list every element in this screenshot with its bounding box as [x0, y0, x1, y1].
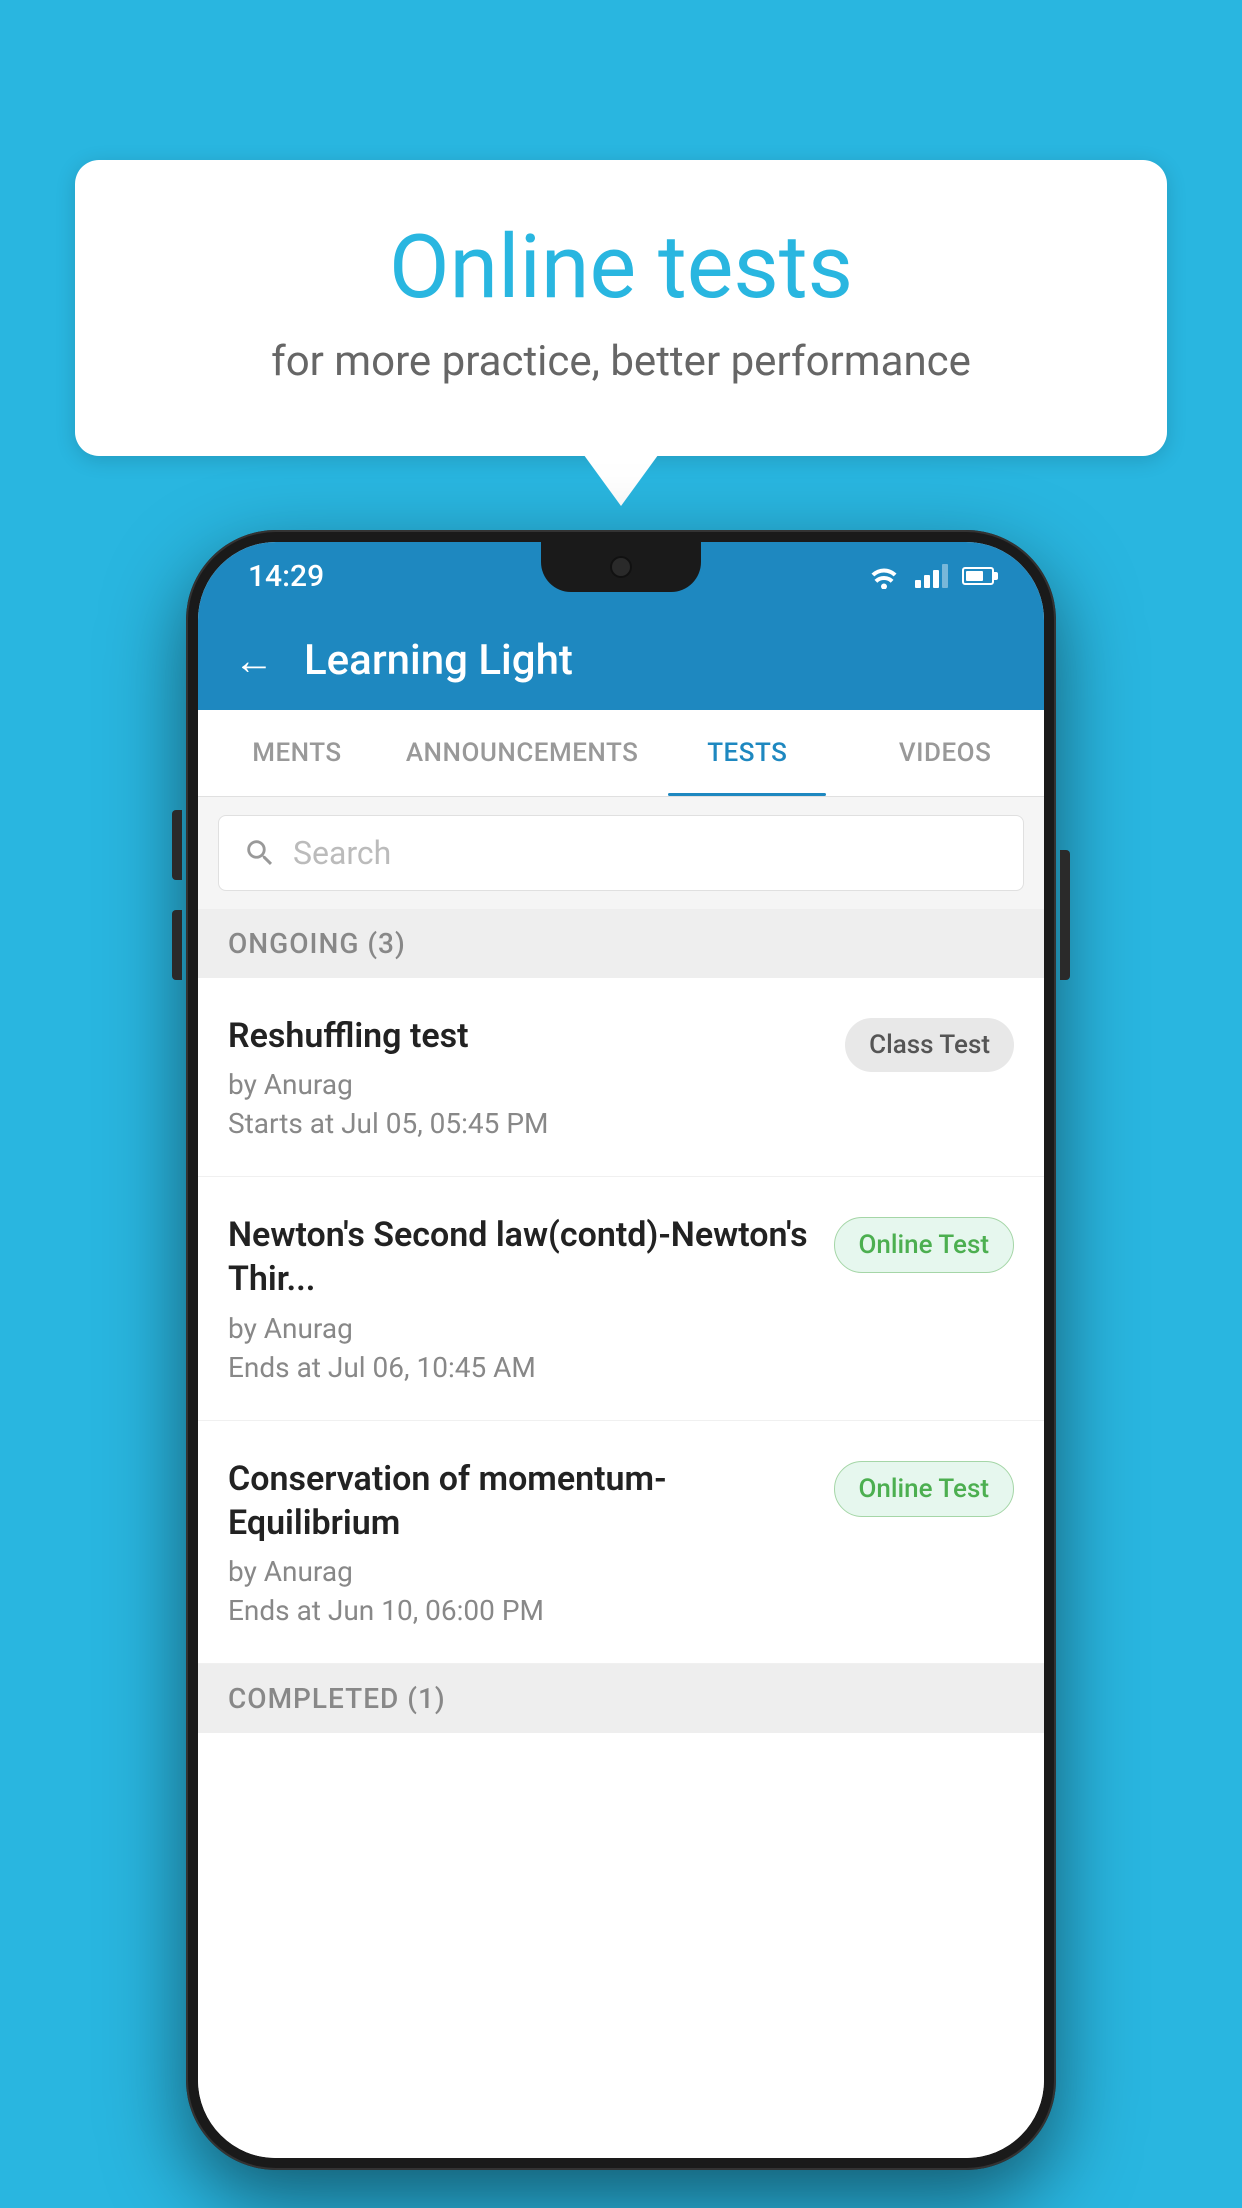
back-button[interactable]: ← — [234, 637, 274, 684]
volume-down-button[interactable] — [172, 910, 182, 980]
app-title: Learning Light — [304, 636, 573, 685]
side-buttons-right — [1060, 850, 1070, 980]
signal-icon — [915, 564, 948, 588]
status-time: 14:29 — [248, 559, 324, 594]
completed-section-header: COMPLETED (1) — [198, 1664, 1044, 1733]
test-item-by: by Anurag — [228, 1312, 814, 1345]
status-icons — [867, 563, 994, 589]
hero-subtitle: for more practice, better performance — [155, 337, 1087, 386]
tabs-bar: MENTS ANNOUNCEMENTS TESTS VIDEOS — [198, 710, 1044, 797]
phone-screen: 14:29 — [198, 542, 1044, 2158]
phone-body: 14:29 — [186, 530, 1056, 2170]
tab-announcements[interactable]: ANNOUNCEMENTS — [396, 710, 649, 796]
test-badge-online: Online Test — [834, 1217, 1015, 1273]
test-item-time: Ends at Jun 10, 06:00 PM — [228, 1594, 814, 1627]
tab-ments[interactable]: MENTS — [198, 710, 396, 796]
front-camera — [610, 556, 632, 578]
side-buttons-left — [172, 810, 182, 1010]
hero-title: Online tests — [155, 220, 1087, 317]
test-item[interactable]: Newton's Second law(contd)-Newton's Thir… — [198, 1177, 1044, 1420]
test-item-time: Starts at Jul 05, 05:45 PM — [228, 1107, 825, 1140]
test-item-title: Newton's Second law(contd)-Newton's Thir… — [228, 1213, 814, 1301]
test-item-title: Reshuffling test — [228, 1014, 825, 1058]
battery-icon — [962, 567, 994, 585]
test-item[interactable]: Conservation of momentum-Equilibrium by … — [198, 1421, 1044, 1664]
search-container: Search — [198, 797, 1044, 909]
power-button[interactable] — [1060, 850, 1070, 980]
phone-mockup: 14:29 — [186, 530, 1056, 2170]
test-item-title: Conservation of momentum-Equilibrium — [228, 1457, 814, 1545]
test-item-content: Conservation of momentum-Equilibrium by … — [228, 1457, 834, 1627]
tab-tests[interactable]: TESTS — [648, 710, 846, 796]
search-input-wrapper[interactable]: Search — [218, 815, 1024, 891]
test-badge-online: Online Test — [834, 1461, 1015, 1517]
test-item-content: Newton's Second law(contd)-Newton's Thir… — [228, 1213, 834, 1383]
test-item-content: Reshuffling test by Anurag Starts at Jul… — [228, 1014, 845, 1140]
volume-up-button[interactable] — [172, 810, 182, 880]
app-header: ← Learning Light — [198, 610, 1044, 710]
search-placeholder: Search — [293, 834, 391, 872]
phone-notch — [541, 542, 701, 592]
battery-fill — [966, 571, 983, 581]
test-list: Reshuffling test by Anurag Starts at Jul… — [198, 978, 1044, 2158]
test-item-time: Ends at Jul 06, 10:45 AM — [228, 1351, 814, 1384]
tab-videos[interactable]: VIDEOS — [846, 710, 1044, 796]
test-badge-class: Class Test — [845, 1018, 1014, 1072]
ongoing-section-header: ONGOING (3) — [198, 909, 1044, 978]
test-item[interactable]: Reshuffling test by Anurag Starts at Jul… — [198, 978, 1044, 1177]
wifi-icon — [867, 563, 901, 589]
speech-bubble: Online tests for more practice, better p… — [75, 160, 1167, 456]
test-item-by: by Anurag — [228, 1068, 825, 1101]
test-item-by: by Anurag — [228, 1555, 814, 1588]
search-icon — [243, 836, 277, 870]
